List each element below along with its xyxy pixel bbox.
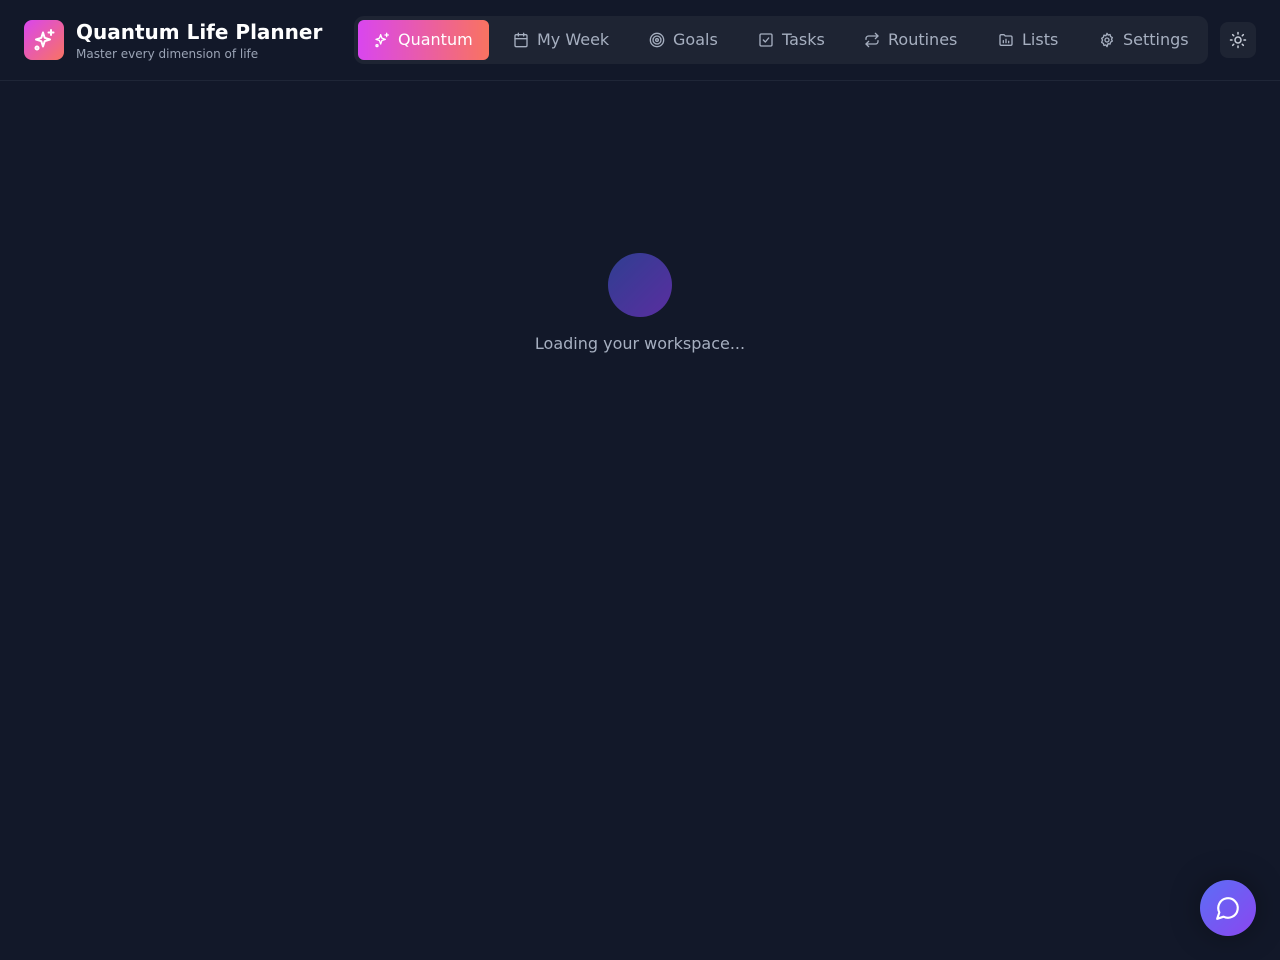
nav-item-label: Routines	[888, 30, 958, 49]
sparkles-icon	[375, 32, 389, 48]
nav-item-settings[interactable]: Settings	[1083, 20, 1189, 60]
app-logo[interactable]	[24, 20, 64, 60]
nav-item-goals[interactable]: Goals	[633, 20, 718, 60]
app-subtitle: Master every dimension of life	[76, 47, 259, 61]
folder-icon	[999, 34, 1013, 46]
nav-item-label: My Week	[537, 30, 610, 49]
nav-item-label: Quantum	[398, 30, 473, 49]
nav-item-quantum[interactable]: Quantum	[358, 20, 489, 60]
nav-item-routines[interactable]: Routines	[848, 20, 957, 60]
top-header: Quantum Life Planner Master every dimens…	[0, 0, 1280, 81]
sun-icon	[1229, 31, 1247, 49]
theme-toggle-button[interactable]	[1220, 22, 1256, 58]
chat-button[interactable]	[1200, 880, 1256, 936]
main-nav: Quantum My Week Goals Tasks Routines Lis…	[354, 16, 1208, 64]
check-square-icon	[759, 33, 773, 47]
calendar-icon	[514, 32, 528, 48]
loading-message: Loading your workspace...	[534, 334, 746, 353]
nav-item-my-week[interactable]: My Week	[497, 20, 609, 60]
loading-spinner	[608, 253, 672, 317]
chat-bubble-icon	[1216, 897, 1239, 920]
nav-item-tasks[interactable]: Tasks	[742, 20, 825, 60]
nav-item-lists[interactable]: Lists	[982, 20, 1058, 60]
nav-item-label: Tasks	[782, 30, 825, 49]
nav-item-label: Lists	[1022, 30, 1059, 49]
target-icon	[649, 32, 665, 48]
sparkles-icon	[34, 29, 55, 51]
gear-icon	[1101, 32, 1113, 48]
app-title: Quantum Life Planner	[76, 20, 323, 44]
repeat-icon	[865, 32, 879, 48]
nav-item-label: Goals	[673, 30, 718, 49]
nav-item-label: Settings	[1123, 30, 1189, 49]
